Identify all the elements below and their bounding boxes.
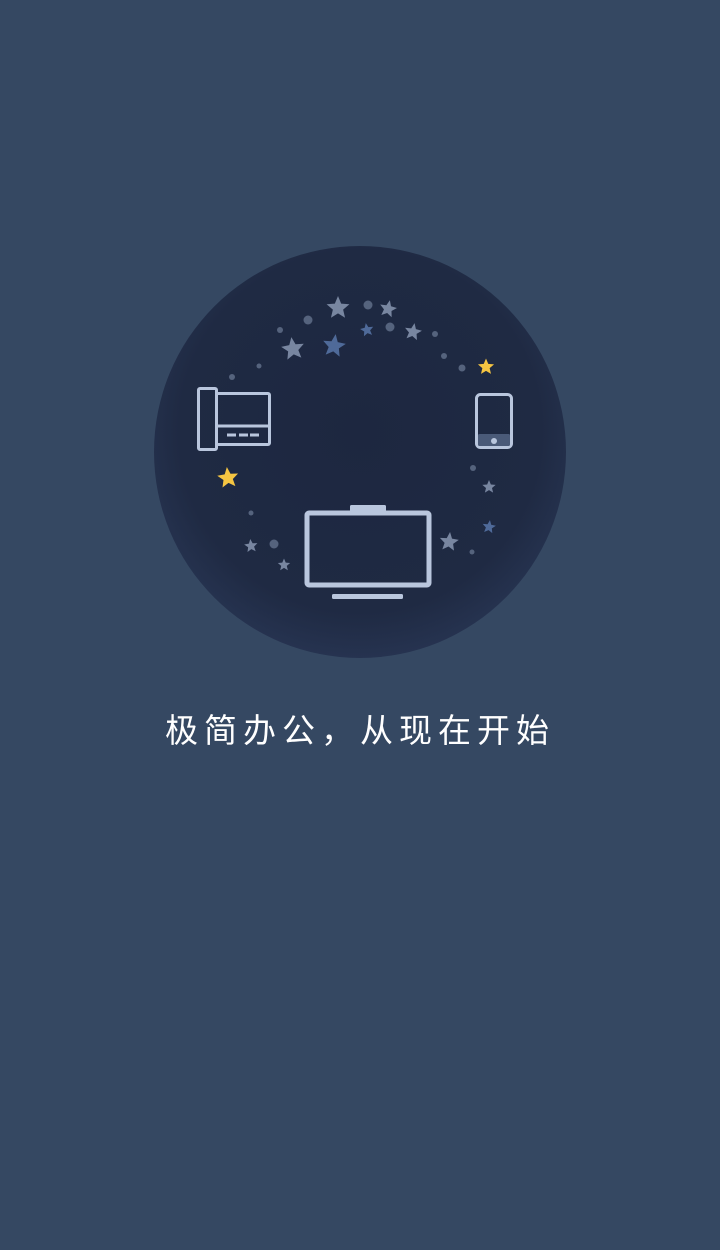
dot-decoration xyxy=(269,539,279,549)
dot-decoration xyxy=(469,549,475,555)
dot-decoration xyxy=(303,315,313,325)
dot-decoration xyxy=(256,363,262,369)
dot-decoration xyxy=(277,327,283,333)
devices-illustration xyxy=(154,246,566,658)
slogan-text: 极简办公，从现在开始 xyxy=(165,711,555,750)
splash-screen: 极简办公，从现在开始 xyxy=(0,0,720,1250)
dot-decoration xyxy=(248,510,254,516)
dot-decoration xyxy=(363,300,373,310)
dot-decoration xyxy=(458,364,466,372)
illustration-canvas xyxy=(154,246,566,658)
dot-decoration xyxy=(432,331,438,337)
dot-decoration xyxy=(470,465,476,471)
dot-decoration xyxy=(385,322,395,332)
dot-decoration xyxy=(441,353,447,359)
dot-decoration xyxy=(229,374,235,380)
